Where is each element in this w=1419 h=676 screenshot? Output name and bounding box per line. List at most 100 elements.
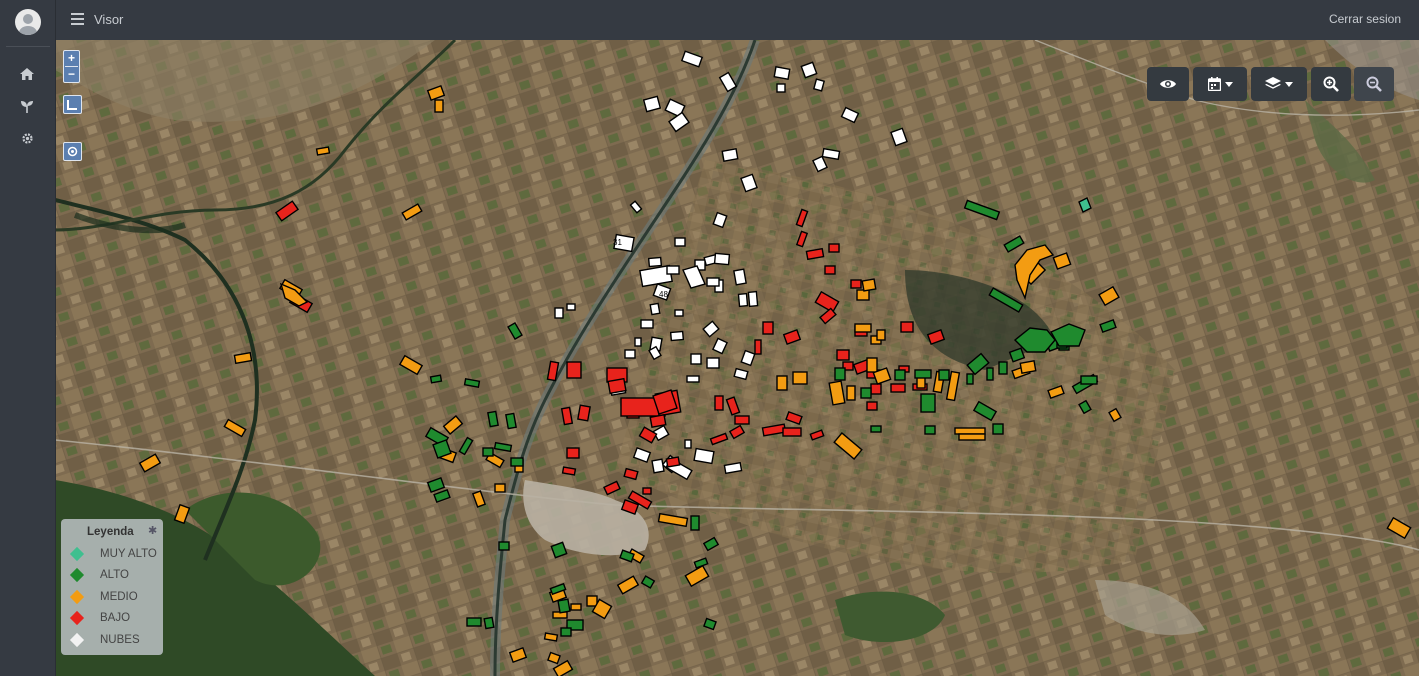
field-parcel[interactable] bbox=[734, 415, 750, 425]
field-parcel[interactable] bbox=[992, 423, 1004, 435]
field-parcel[interactable] bbox=[856, 289, 870, 301]
field-parcel[interactable] bbox=[754, 339, 762, 355]
layers-dropdown-button[interactable] bbox=[1251, 67, 1307, 101]
field-parcel[interactable] bbox=[543, 632, 559, 642]
field-parcel[interactable] bbox=[860, 387, 872, 399]
field-parcel[interactable] bbox=[482, 447, 494, 457]
field-parcel[interactable] bbox=[642, 95, 662, 113]
menu-toggle-icon[interactable] bbox=[71, 13, 84, 25]
field-parcel[interactable] bbox=[566, 447, 580, 459]
field-parcel[interactable] bbox=[854, 323, 872, 333]
field-parcel[interactable] bbox=[586, 595, 598, 607]
field-parcel[interactable] bbox=[900, 321, 914, 333]
field-parcel[interactable] bbox=[690, 353, 702, 365]
field-parcel[interactable] bbox=[566, 303, 576, 311]
map-viewer[interactable]: 31 48 + − Leyenda ✱ MUY ALTO ALTO MEDIO … bbox=[55, 40, 1419, 676]
seedling-icon[interactable] bbox=[14, 95, 40, 117]
satellite-map[interactable]: 31 48 bbox=[55, 40, 1419, 676]
field-parcel[interactable] bbox=[894, 369, 906, 381]
zoom-in-button[interactable]: + bbox=[68, 51, 75, 66]
field-parcel[interactable] bbox=[315, 146, 331, 156]
field-parcel[interactable] bbox=[577, 404, 591, 422]
field-parcel[interactable] bbox=[721, 148, 739, 162]
logout-link[interactable]: Cerrar sesion bbox=[1329, 12, 1401, 26]
field-parcel[interactable] bbox=[686, 375, 700, 383]
field-parcel[interactable] bbox=[651, 458, 665, 474]
home-icon[interactable] bbox=[14, 63, 40, 85]
gear-icon[interactable] bbox=[14, 127, 40, 149]
zoom-in-tool-button[interactable] bbox=[1311, 67, 1351, 101]
field-parcel[interactable] bbox=[958, 433, 986, 441]
field-parcel[interactable] bbox=[434, 99, 444, 113]
zoom-out-button[interactable]: − bbox=[68, 67, 75, 82]
field-parcel[interactable] bbox=[634, 337, 642, 347]
field-parcel[interactable] bbox=[669, 330, 685, 342]
field-parcel[interactable] bbox=[812, 78, 826, 92]
field-parcel[interactable] bbox=[850, 279, 862, 289]
field-parcel[interactable] bbox=[498, 541, 510, 551]
field-parcel[interactable] bbox=[713, 252, 731, 266]
field-parcel[interactable] bbox=[762, 321, 774, 335]
field-parcel[interactable] bbox=[870, 383, 882, 395]
field-parcel[interactable] bbox=[792, 371, 808, 385]
field-parcel[interactable] bbox=[737, 292, 749, 308]
field-parcel[interactable] bbox=[828, 243, 840, 253]
measure-button[interactable] bbox=[63, 95, 82, 114]
field-parcel[interactable] bbox=[861, 278, 877, 292]
legend-toggle-icon[interactable]: ✱ bbox=[148, 524, 157, 537]
avatar[interactable] bbox=[15, 9, 41, 35]
field-parcel[interactable] bbox=[510, 457, 524, 467]
field-parcel[interactable] bbox=[649, 414, 667, 428]
field-parcel[interactable] bbox=[570, 603, 582, 611]
field-parcel[interactable] bbox=[924, 425, 936, 435]
field-parcel[interactable] bbox=[557, 598, 571, 614]
field-parcel[interactable] bbox=[674, 309, 684, 317]
field-parcel[interactable] bbox=[666, 265, 680, 275]
field-parcel[interactable] bbox=[607, 377, 627, 395]
date-dropdown-button[interactable] bbox=[1193, 67, 1247, 101]
field-parcel[interactable] bbox=[466, 617, 482, 627]
field-parcel[interactable] bbox=[920, 393, 936, 413]
field-parcel[interactable] bbox=[846, 385, 856, 401]
field-parcel[interactable] bbox=[665, 456, 681, 468]
field-parcel[interactable] bbox=[624, 349, 636, 359]
field-parcel[interactable] bbox=[642, 487, 652, 495]
field-parcel[interactable] bbox=[640, 319, 654, 329]
field-parcel[interactable] bbox=[494, 483, 506, 493]
field-parcel[interactable] bbox=[649, 302, 661, 316]
field-parcel[interactable] bbox=[914, 369, 932, 379]
field-parcel[interactable] bbox=[870, 425, 882, 433]
field-parcel[interactable] bbox=[1019, 360, 1037, 374]
field-parcel[interactable] bbox=[505, 412, 517, 430]
field-parcel[interactable] bbox=[836, 349, 850, 361]
field-parcel[interactable] bbox=[776, 375, 788, 391]
field-parcel[interactable] bbox=[554, 307, 564, 319]
field-parcel[interactable] bbox=[824, 265, 836, 275]
field-parcel[interactable] bbox=[560, 627, 572, 637]
field-parcel[interactable] bbox=[483, 616, 495, 630]
visibility-button[interactable] bbox=[1147, 67, 1189, 101]
field-parcel[interactable] bbox=[747, 290, 759, 308]
field-parcel[interactable] bbox=[834, 367, 846, 381]
field-parcel[interactable] bbox=[782, 427, 802, 437]
field-parcel[interactable] bbox=[487, 410, 499, 428]
field-parcel[interactable] bbox=[866, 357, 878, 373]
field-parcel[interactable] bbox=[566, 361, 582, 379]
field-parcel[interactable] bbox=[998, 361, 1008, 375]
field-parcel[interactable] bbox=[954, 427, 986, 435]
field-parcel[interactable] bbox=[890, 383, 906, 393]
field-parcel[interactable] bbox=[938, 369, 950, 381]
field-parcel[interactable] bbox=[693, 447, 715, 465]
field-parcel[interactable] bbox=[706, 277, 720, 287]
field-parcel[interactable] bbox=[986, 367, 994, 381]
field-parcel[interactable] bbox=[706, 357, 720, 369]
field-parcel[interactable] bbox=[714, 395, 724, 411]
field-parcel[interactable] bbox=[966, 373, 974, 385]
locate-button[interactable] bbox=[63, 142, 82, 161]
field-parcel[interactable] bbox=[733, 268, 747, 286]
field-parcel[interactable] bbox=[561, 466, 577, 476]
field-parcel[interactable] bbox=[776, 83, 786, 93]
field-parcel[interactable] bbox=[876, 329, 886, 341]
field-parcel[interactable] bbox=[429, 374, 443, 384]
zoom-out-tool-button[interactable] bbox=[1354, 67, 1394, 101]
